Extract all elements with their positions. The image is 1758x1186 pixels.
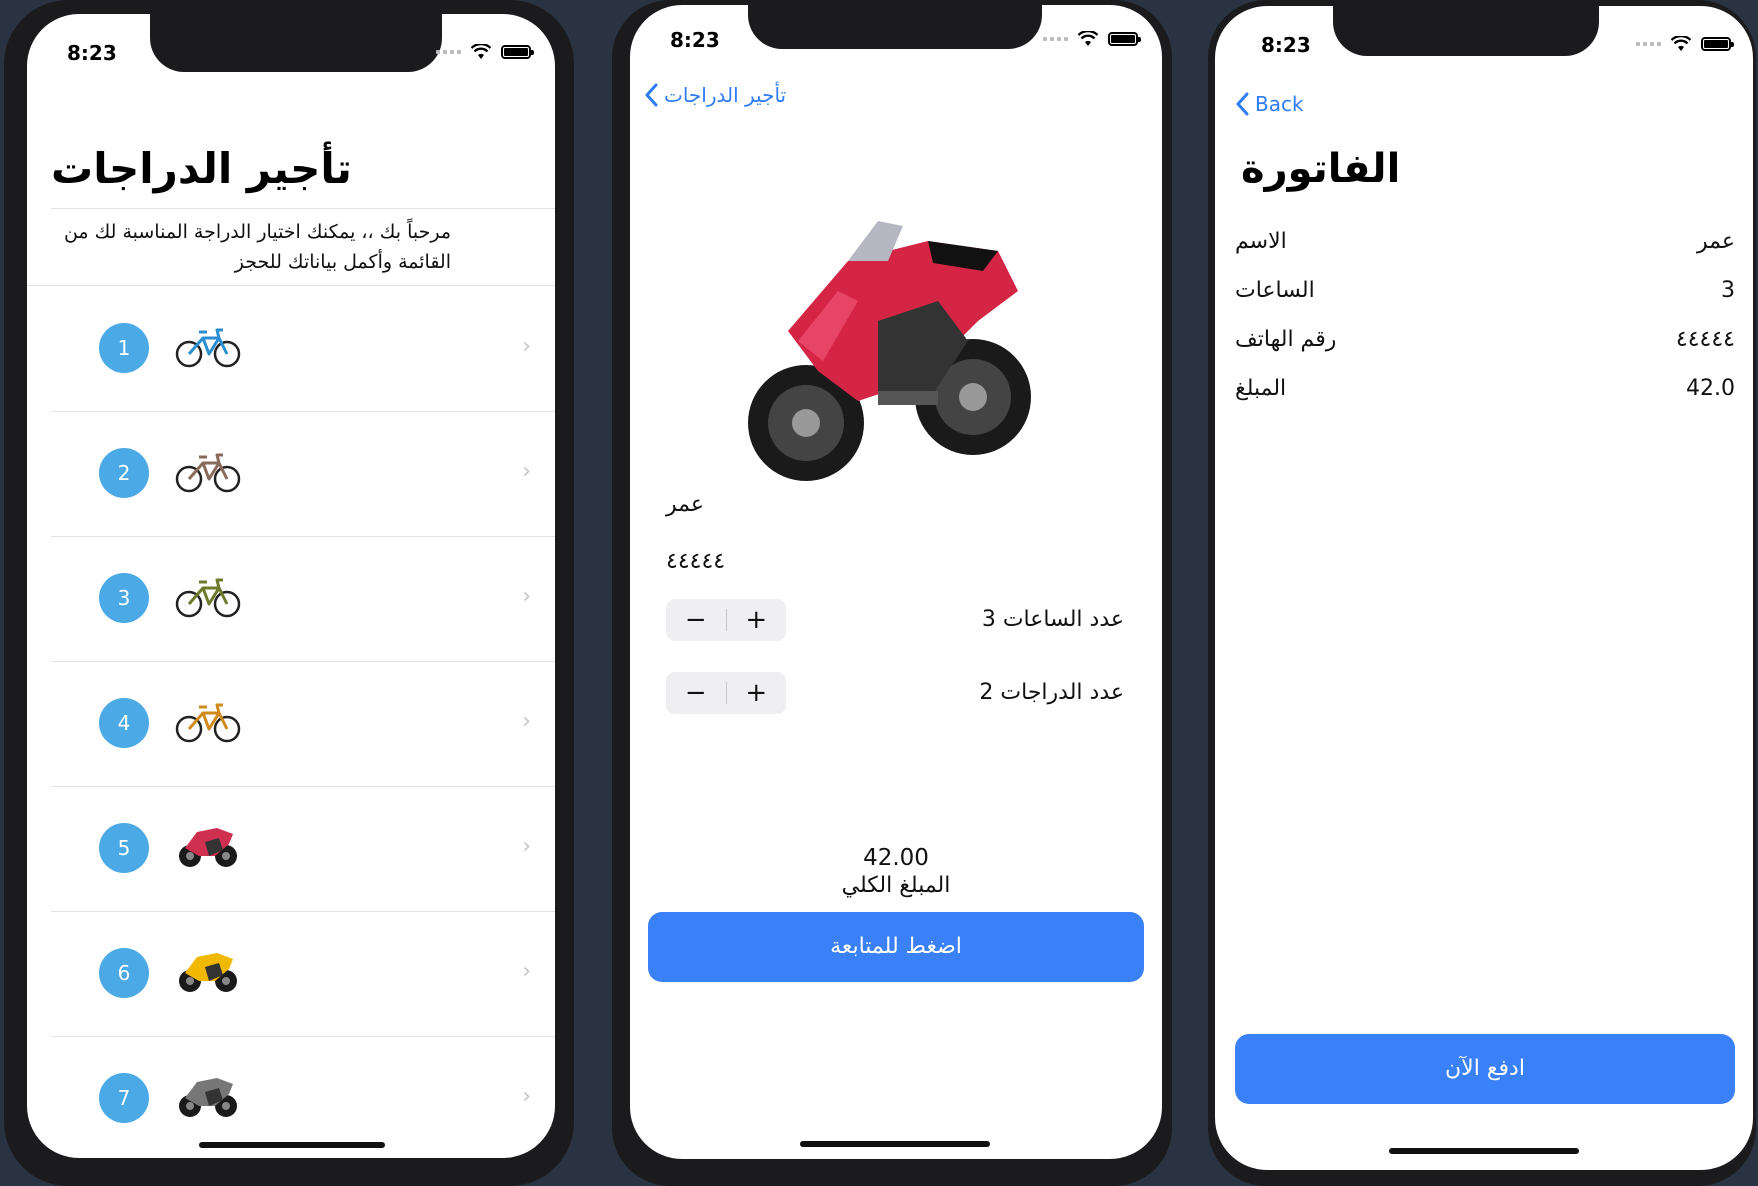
back-label: تأجير الدراجات xyxy=(664,83,787,107)
motorcycle-thumbnail xyxy=(179,953,237,992)
list-item[interactable]: 5 › xyxy=(51,786,555,912)
chevron-right-icon: › xyxy=(522,459,531,484)
chevron-right-icon: › xyxy=(522,959,531,984)
invoice-key: الساعات xyxy=(1235,278,1315,303)
list-item[interactable]: 1 › xyxy=(51,286,555,412)
item-number-badge: 1 xyxy=(99,323,149,373)
bicycle-thumbnail xyxy=(175,703,241,743)
chevron-left-icon xyxy=(645,83,658,107)
item-number-badge: 6 xyxy=(99,948,149,998)
item-number-badge: 4 xyxy=(99,698,149,748)
battery-icon xyxy=(501,45,534,59)
item-number-badge: 5 xyxy=(99,823,149,873)
continue-button[interactable]: اضغط للمتابعة xyxy=(648,912,1144,982)
chevron-right-icon: › xyxy=(522,709,531,734)
battery-icon xyxy=(1701,37,1734,51)
list-item[interactable]: 6 › xyxy=(51,911,555,1037)
chevron-right-icon: › xyxy=(522,584,531,609)
status-icons xyxy=(1636,36,1734,52)
notch xyxy=(1333,6,1599,56)
hours-stepper[interactable]: − + xyxy=(666,599,786,641)
motorcycle-thumbnail xyxy=(179,1078,237,1117)
chevron-right-icon: › xyxy=(522,1084,531,1109)
hours-increment-button[interactable]: + xyxy=(727,599,787,641)
phone-2: 8:23 تأجير الدراجات عمر ٤٤٤٤٤ − + عدد ال… xyxy=(612,0,1172,1186)
notch xyxy=(748,5,1042,49)
battery-icon xyxy=(1108,32,1141,46)
list-item[interactable]: 2 › xyxy=(51,411,555,537)
bikes-label: عدد الدراجات 2 xyxy=(979,680,1124,705)
chevron-right-icon: › xyxy=(522,334,531,359)
pay-now-button[interactable]: ادفع الآن xyxy=(1235,1034,1735,1104)
home-indicator xyxy=(800,1141,990,1147)
list-item[interactable]: 4 › xyxy=(51,661,555,787)
invoice-value: 42.0 xyxy=(1686,376,1735,401)
item-number-badge: 2 xyxy=(99,448,149,498)
item-number-badge: 3 xyxy=(99,573,149,623)
page-title: الفاتورة xyxy=(1241,146,1401,192)
invoice-key: المبلغ xyxy=(1235,376,1287,401)
hours-label: عدد الساعات 3 xyxy=(981,607,1124,632)
invoice-screen: 8:23 Back الفاتورة الاسم عمر الساعات 3 رقم ا… xyxy=(1215,6,1753,1170)
bicycle-thumbnail xyxy=(175,328,241,368)
list-item[interactable]: 7 › xyxy=(51,1036,555,1158)
invoice-key: الاسم xyxy=(1235,229,1287,254)
name-value: عمر xyxy=(666,492,704,517)
motorcycle-image xyxy=(748,221,1031,481)
bikes-increment-button[interactable]: + xyxy=(727,672,787,714)
item-number-badge: 7 xyxy=(99,1073,149,1123)
invoice-value: عمر xyxy=(1697,229,1735,254)
page-title: تأجير الدراجات xyxy=(51,144,352,193)
home-indicator xyxy=(1389,1148,1579,1154)
chevron-right-icon: › xyxy=(522,834,531,859)
phone-3: 8:23 Back الفاتورة الاسم عمر الساعات 3 رقم ا… xyxy=(1208,0,1756,1186)
phone-1: 8:23 تأجير الدراجات مرحباً بك ،، يمكنك ا… xyxy=(4,0,574,1186)
bikes-stepper[interactable]: − + xyxy=(666,672,786,714)
status-time: 8:23 xyxy=(67,41,117,65)
status-icons xyxy=(1043,31,1141,47)
notch xyxy=(150,14,442,72)
signal-icon xyxy=(1043,37,1068,41)
signal-icon xyxy=(436,50,461,54)
chevron-left-icon xyxy=(1236,92,1249,116)
divider xyxy=(51,208,555,209)
wifi-icon xyxy=(471,44,491,59)
invoice-value: 3 xyxy=(1721,278,1735,303)
phone-value: ٤٤٤٤٤ xyxy=(666,549,726,574)
invoice-key: رقم الهاتف xyxy=(1235,327,1337,352)
welcome-line-1: مرحباً بك ،، يمكنك اختيار الدراجة المناس… xyxy=(63,221,451,243)
status-time: 8:23 xyxy=(670,28,720,52)
home-indicator xyxy=(199,1142,385,1148)
bikes-decrement-button[interactable]: − xyxy=(666,672,726,714)
bicycle-thumbnail xyxy=(175,578,241,618)
bicycle-thumbnail xyxy=(175,453,241,493)
bike-list: 1 › 2 › 3 › 4 › 5 › 6 › 7 › xyxy=(27,285,555,1123)
total-label: المبلغ الكلي xyxy=(841,873,951,898)
back-button[interactable]: تأجير الدراجات xyxy=(644,83,786,107)
welcome-text: مرحباً بك ،، يمكنك اختيار الدراجة المناس… xyxy=(51,217,451,277)
hours-decrement-button[interactable]: − xyxy=(666,599,726,641)
back-label: Back xyxy=(1255,92,1304,116)
status-icons xyxy=(436,44,534,60)
wifi-icon xyxy=(1671,36,1691,51)
bike-list-screen: 8:23 تأجير الدراجات مرحباً بك ،، يمكنك ا… xyxy=(27,14,555,1158)
list-item[interactable]: 3 › xyxy=(51,536,555,662)
wifi-icon xyxy=(1078,31,1098,46)
status-time: 8:23 xyxy=(1261,33,1311,57)
signal-icon xyxy=(1636,42,1661,46)
total-value: 42.00 xyxy=(863,845,929,871)
motorcycle-thumbnail xyxy=(179,828,237,867)
back-button[interactable]: Back xyxy=(1235,92,1304,116)
invoice-value: ٤٤٤٤٤ xyxy=(1675,327,1735,352)
welcome-line-2: القائمة وأكمل بياناتك للحجز xyxy=(234,251,451,273)
booking-screen: 8:23 تأجير الدراجات عمر ٤٤٤٤٤ − + عدد ال… xyxy=(630,5,1162,1159)
